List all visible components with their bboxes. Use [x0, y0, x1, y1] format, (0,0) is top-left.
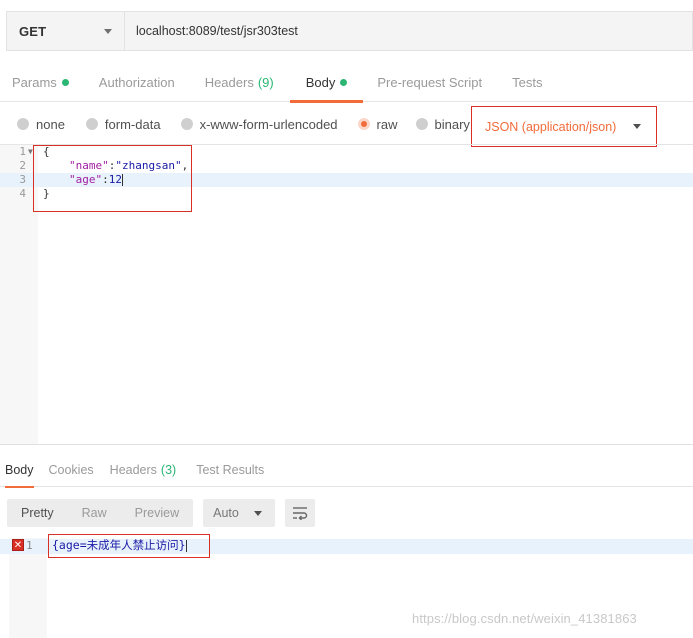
radio-circle-icon — [17, 118, 29, 130]
radio-circle-icon — [180, 118, 193, 130]
language-select[interactable]: Auto — [203, 499, 276, 527]
tab-body[interactable]: Body — [289, 62, 364, 103]
response-panel: Body Cookies Headers (3) Test Results Pr… — [0, 444, 693, 638]
response-tab-cookies-label: Cookies — [48, 463, 94, 477]
tab-headers-label: Headers — [204, 74, 254, 90]
response-tab-body-label: Body — [5, 463, 34, 477]
radio-form-data-label: form-data — [104, 116, 161, 132]
line-number: 3 — [19, 173, 26, 186]
response-line-number: 1 — [26, 539, 33, 552]
chevron-down-icon — [253, 510, 262, 516]
radio-circle-icon — [415, 118, 428, 130]
format-pretty-button[interactable]: Pretty — [7, 499, 68, 527]
radio-raw-label: raw — [376, 116, 398, 132]
response-tab-test-results[interactable]: Test Results — [196, 453, 264, 487]
response-tab-headers-label: Headers — [109, 463, 157, 477]
raw-type-select[interactable]: JSON (application/json) — [471, 106, 657, 147]
language-label: Auto — [213, 506, 239, 520]
response-tab-headers-count: (3) — [160, 463, 177, 477]
tab-headers[interactable]: Headers (9) — [193, 62, 286, 102]
wrap-lines-button[interactable] — [285, 499, 316, 527]
line-number: 4 — [19, 187, 26, 200]
status-dot-icon — [61, 78, 69, 86]
radio-none-label: none — [36, 116, 65, 132]
tab-tests-label: Tests — [512, 74, 543, 90]
format-preview-button[interactable]: Preview — [121, 499, 193, 527]
line-number: 2 — [19, 159, 26, 172]
response-tab-test-results-label: Test Results — [196, 463, 265, 477]
tab-pre-request-label: Pre-request Script — [377, 74, 483, 90]
watermark: https://blog.csdn.net/weixin_41381863 — [412, 611, 637, 626]
radio-none[interactable]: none — [17, 117, 65, 132]
status-dot-icon — [340, 78, 348, 86]
method-select[interactable]: GET — [7, 12, 125, 50]
tab-params-label: Params — [12, 74, 57, 90]
response-tabs: Body Cookies Headers (3) Test Results — [0, 453, 693, 488]
tab-tests[interactable]: Tests — [500, 62, 554, 102]
request-tabs: Params Authorization Headers (9) Body Pr… — [0, 62, 693, 103]
radio-binary-label: binary — [434, 116, 470, 132]
url-text: localhost:8089/test/jsr303test — [136, 24, 298, 38]
response-tab-cookies[interactable]: Cookies — [49, 453, 94, 487]
line-number: 1 — [19, 145, 26, 158]
chevron-down-icon — [633, 124, 642, 129]
format-segmented-control: Pretty Raw Preview — [7, 499, 194, 527]
tab-params[interactable]: Params — [0, 62, 81, 102]
wrap-lines-icon — [293, 507, 308, 520]
tab-body-label: Body — [305, 74, 336, 90]
response-tab-headers[interactable]: Headers (3) — [110, 453, 177, 487]
method-label: GET — [19, 23, 47, 39]
radio-form-data[interactable]: form-data — [85, 116, 161, 132]
tab-authorization[interactable]: Authorization — [87, 62, 187, 102]
url-input[interactable]: localhost:8089/test/jsr303test — [125, 12, 692, 50]
radio-urlencoded-label: x-www-form-urlencoded — [199, 116, 338, 132]
highlight-annotation-box — [33, 145, 192, 212]
raw-type-label: JSON (application/json) — [485, 119, 617, 134]
radio-circle-icon — [85, 118, 98, 130]
radio-selected-icon — [357, 118, 370, 130]
request-body-editor[interactable]: 1 ▼ { 2 "name":"zhangsan", 3 "age":12 4 … — [0, 144, 693, 445]
error-x-icon: ✕ — [12, 539, 24, 551]
tab-headers-count: (9) — [257, 74, 274, 90]
radio-x-www-form-urlencoded[interactable]: x-www-form-urlencoded — [180, 116, 338, 132]
radio-binary[interactable]: binary — [415, 116, 470, 132]
format-raw-button[interactable]: Raw — [68, 499, 121, 527]
highlight-annotation-box — [48, 534, 210, 558]
tab-pre-request-script[interactable]: Pre-request Script — [365, 62, 494, 102]
url-bar: GET localhost:8089/test/jsr303test — [6, 11, 693, 51]
response-toolbar: Pretty Raw Preview Auto — [7, 499, 316, 529]
tab-authorization-label: Authorization — [98, 74, 175, 90]
response-tab-body[interactable]: Body — [5, 453, 34, 488]
radio-raw[interactable]: raw — [357, 116, 398, 132]
chevron-down-icon — [104, 28, 112, 34]
